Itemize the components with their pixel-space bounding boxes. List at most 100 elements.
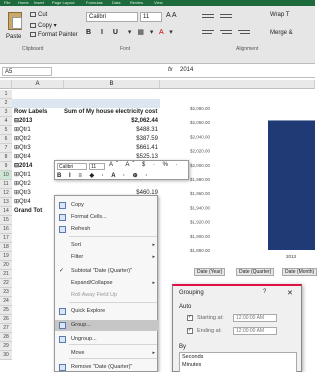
ending-at-checkbox[interactable] (187, 327, 193, 334)
copy-button[interactable]: Copy ▾ (30, 22, 57, 29)
mini-toolbar-row1[interactable]: Aˆ Aˇ $ · % · (109, 162, 181, 168)
cell-a[interactable] (14, 90, 64, 99)
cell-b[interactable]: $387.59 (64, 135, 160, 144)
fx-icon[interactable]: fx (168, 67, 173, 73)
tab-formulas[interactable]: Formulas (86, 0, 103, 5)
row-number[interactable]: 27 (0, 324, 12, 333)
column-header-b[interactable]: B (64, 80, 160, 89)
row-number[interactable]: 21 (0, 270, 12, 279)
paste-icon[interactable] (8, 12, 22, 30)
cell-b[interactable]: $2,062.44 (64, 117, 160, 126)
select-all-corner[interactable] (0, 80, 12, 89)
starting-at-checkbox[interactable] (187, 314, 193, 321)
cell-b[interactable] (64, 90, 160, 99)
bold-italic-underline-buttons[interactable]: B I U (86, 29, 122, 36)
font-name-box[interactable]: Calibri (86, 12, 138, 22)
row-number[interactable]: 1 (0, 90, 12, 99)
context-menu-item[interactable]: Group... (55, 320, 159, 331)
pivot-chart[interactable]: $2,080.00 $2,060.00 $2,040.00 $2,020.00 $2,0… (160, 100, 315, 280)
row-number[interactable]: 3 (0, 108, 12, 117)
tab-page-layout[interactable]: Page Layout (52, 0, 74, 5)
context-menu-item[interactable]: Remove "Date (Quarter)" (55, 362, 159, 372)
row-number[interactable]: 8 (0, 153, 12, 162)
tab-home[interactable]: Home (18, 0, 29, 5)
row-number[interactable]: 9 (0, 162, 12, 171)
cell-a[interactable]: ⊞Qtr2 (14, 135, 64, 144)
mini-font-box[interactable]: Calibri (57, 163, 87, 170)
row-number[interactable]: 30 (0, 351, 12, 360)
tab-insert[interactable]: Insert (34, 0, 44, 5)
column-header-c[interactable] (160, 80, 315, 89)
cell-b[interactable]: $488.31 (64, 126, 160, 135)
row-number[interactable]: 26 (0, 315, 12, 324)
chart-bar[interactable] (268, 120, 315, 251)
context-menu-item[interactable]: Format Cells... (55, 212, 159, 223)
starting-at-input[interactable]: 12:00:00 AM (233, 314, 277, 322)
context-menu-item[interactable]: Ungroup... (55, 334, 159, 345)
cell-a[interactable]: ⊞Qtr3 (14, 144, 64, 153)
close-button[interactable]: ✕ (287, 289, 293, 297)
context-menu-item[interactable]: Quick Explore (55, 306, 159, 317)
merge-center-button[interactable]: Merge & (270, 30, 293, 36)
row-number[interactable]: 23 (0, 288, 12, 297)
context-menu-item[interactable]: Sort ▸ (55, 240, 159, 251)
cell-a[interactable]: ⊞Qtr1 (14, 126, 64, 135)
context-menu-item[interactable]: Expand/Collapse ▸ (55, 278, 159, 289)
ending-at-input[interactable]: 12:00:00 AM (233, 327, 277, 335)
row-number[interactable]: 7 (0, 144, 12, 153)
mini-size-box[interactable]: 11 (89, 163, 105, 170)
cut-button[interactable]: Cut (30, 12, 47, 18)
context-menu-item[interactable]: Filter ▸ (55, 252, 159, 263)
group-by-listbox[interactable]: Seconds Minutes (179, 352, 297, 372)
font-size-box[interactable]: 11 (140, 12, 162, 22)
listbox-option-seconds[interactable]: Seconds (180, 353, 296, 361)
row-number[interactable]: 11 (0, 180, 12, 189)
cell-b[interactable] (64, 180, 160, 189)
row-number[interactable]: 17 (0, 234, 12, 243)
row-number[interactable]: 13 (0, 198, 12, 207)
context-menu-item[interactable]: ✓ Subtotal "Date (Quarter)" (55, 266, 159, 277)
chart-field-button[interactable]: Date (Month) (282, 268, 318, 276)
grow-shrink-font-icons[interactable]: A A (166, 12, 177, 19)
name-box[interactable]: A5 (2, 67, 52, 76)
chart-field-button[interactable]: Date (Quarter) (236, 268, 275, 276)
column-header-a[interactable]: A (12, 80, 64, 89)
row-number[interactable]: 29 (0, 342, 12, 351)
context-menu-item[interactable]: Copy (55, 200, 159, 211)
tab-view[interactable]: View (154, 0, 163, 5)
row-number[interactable]: 5 (0, 126, 12, 135)
context-menu-item[interactable]: Move ▸ (55, 348, 159, 359)
tab-file[interactable]: File (4, 0, 10, 5)
row-number[interactable]: 24 (0, 297, 12, 306)
cell-a[interactable]: Row Labels (14, 108, 64, 117)
row-number[interactable]: 2 (0, 99, 12, 108)
mini-toolbar-row2[interactable]: B I ≡ ◆ · A · ⊕ · (57, 172, 150, 179)
paste-button[interactable]: Paste (6, 34, 21, 40)
cell-a[interactable]: ⊞Qtr2 (14, 180, 64, 189)
row-number[interactable]: 15 (0, 216, 12, 225)
format-painter-button[interactable]: Format Painter (30, 32, 78, 38)
wrap-text-button[interactable]: Wrap T (270, 12, 289, 18)
row-number[interactable]: 22 (0, 279, 12, 288)
help-button[interactable]: ? (263, 289, 266, 295)
row-number[interactable]: 10 (0, 171, 12, 180)
row-number[interactable]: 12 (0, 189, 12, 198)
row-number[interactable]: 16 (0, 225, 12, 234)
context-menu-item[interactable]: Refresh (55, 224, 159, 235)
row-number[interactable]: 28 (0, 333, 12, 342)
font-format-buttons[interactable]: B I U ▾ ▦ ▾ A ▾ (86, 28, 175, 36)
chart-field-button[interactable]: Date (Year) (194, 268, 226, 276)
tab-review[interactable]: Review (130, 0, 143, 5)
cell-b[interactable]: $661.41 (64, 144, 160, 153)
row-number[interactable]: 19 (0, 252, 12, 261)
row-number[interactable]: 14 (0, 207, 12, 216)
row-number[interactable]: 18 (0, 243, 12, 252)
listbox-option-minutes[interactable]: Minutes (180, 361, 296, 369)
formula-input[interactable]: 2014 (180, 67, 193, 73)
cell-a[interactable]: ⊟2013 (14, 117, 64, 126)
row-number[interactable]: 4 (0, 117, 12, 126)
row-number[interactable]: 6 (0, 135, 12, 144)
tab-data[interactable]: Data (112, 0, 120, 5)
row-number[interactable]: 25 (0, 306, 12, 315)
cell-b[interactable]: Sum of My house electricity cost (64, 108, 160, 117)
